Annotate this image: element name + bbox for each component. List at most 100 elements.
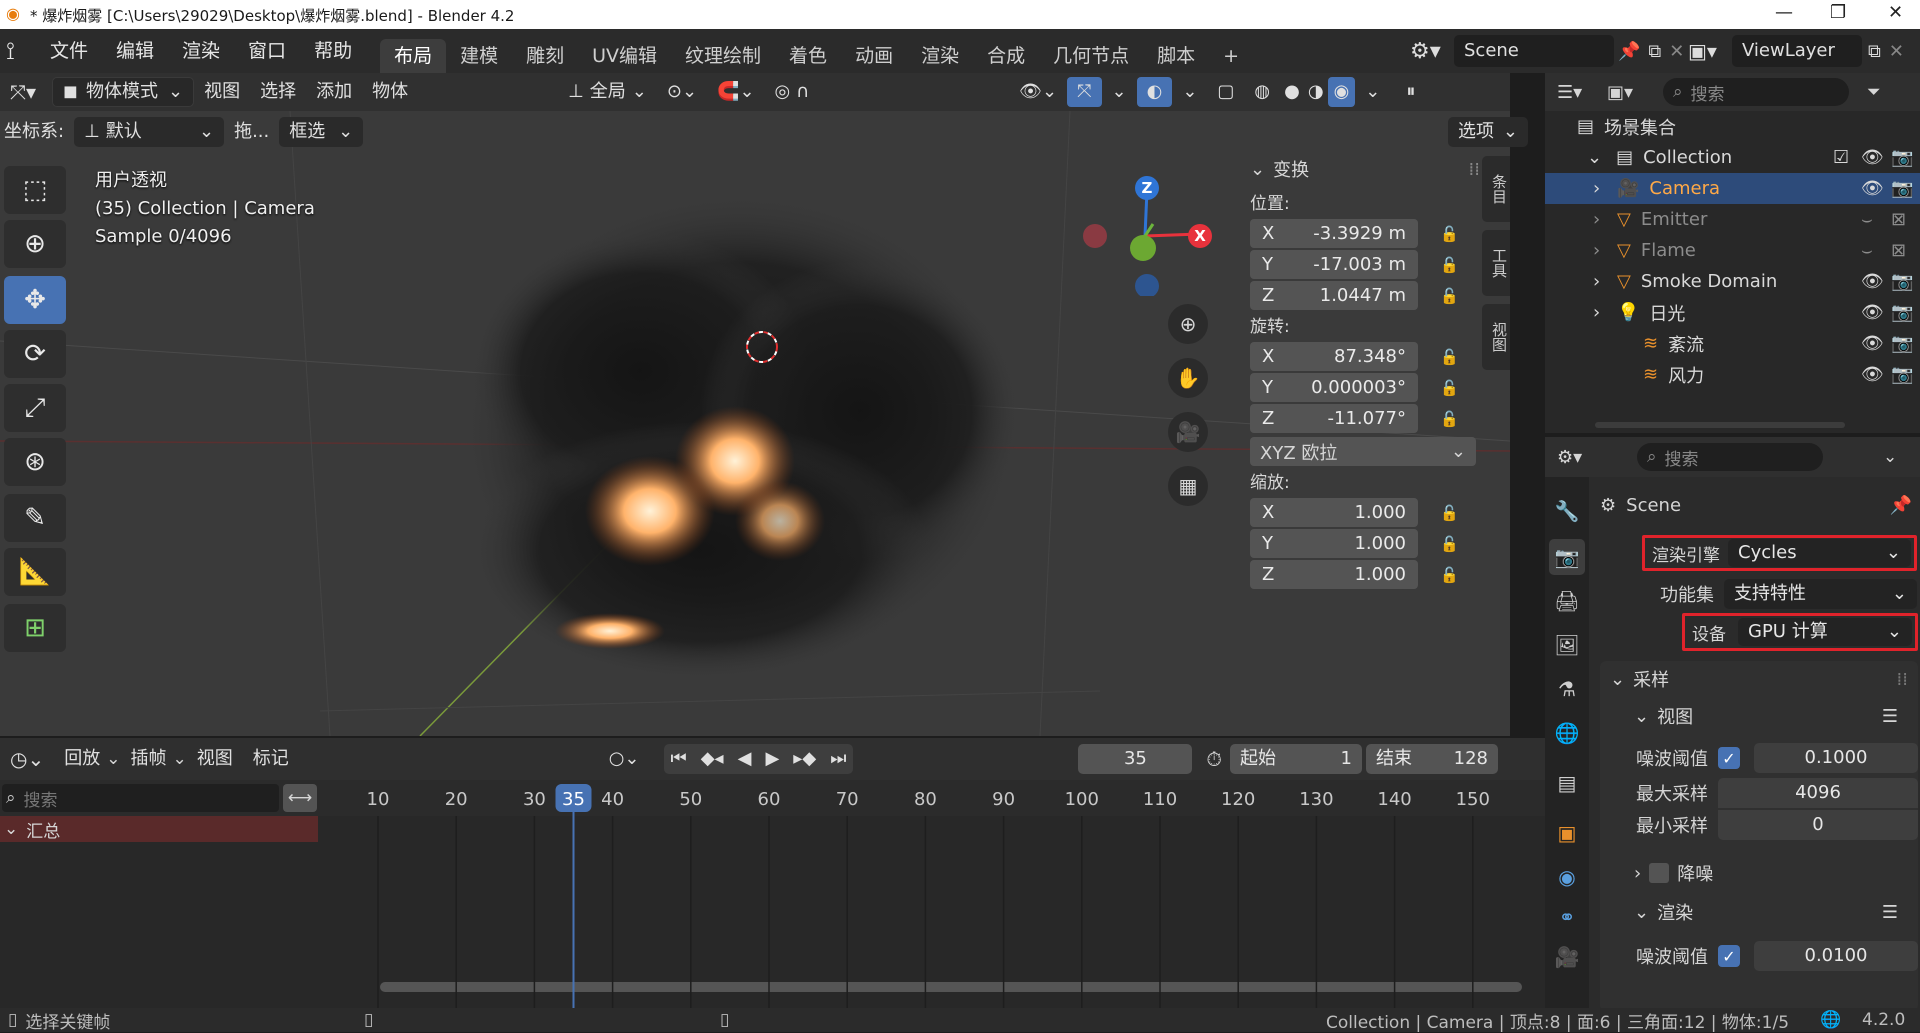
delete-viewlayer-icon[interactable]: ✕ xyxy=(1889,41,1904,62)
menu-select[interactable]: 选择 xyxy=(250,77,306,107)
camera-render-icon[interactable]: 📷 xyxy=(1891,178,1913,199)
gizmo-neg-x-axis[interactable] xyxy=(1083,224,1107,248)
tab-compositing[interactable]: 合成 xyxy=(973,39,1039,73)
jump-start-icon[interactable]: ⏮ xyxy=(664,744,694,774)
menu-object[interactable]: 物体 xyxy=(362,77,418,107)
noise-threshold-render-field[interactable]: 0.0100 xyxy=(1754,941,1918,971)
noise-threshold-checkbox[interactable]: ✓ xyxy=(1718,747,1740,769)
lock-icon[interactable]: 🔓 xyxy=(1440,504,1464,524)
camera-render-icon[interactable]: 📷 xyxy=(1891,333,1913,354)
noise-threshold-render-checkbox[interactable]: ✓ xyxy=(1718,945,1740,967)
pause-render-icon[interactable]: ⏸ xyxy=(1396,77,1425,107)
denoise-checkbox[interactable] xyxy=(1649,863,1670,883)
gizmo-toggle-icon[interactable]: ⤧ xyxy=(1067,77,1102,107)
feature-set-dropdown[interactable]: 支持特性 ⌄ xyxy=(1724,579,1917,609)
camera-render-icon[interactable]: 📷 xyxy=(1891,271,1913,292)
tab-modeling[interactable]: 建模 xyxy=(446,39,512,73)
outliner-item[interactable]: ≋ 风力 👁 📷 xyxy=(1545,359,1920,390)
lock-icon[interactable]: 🔓 xyxy=(1440,348,1464,368)
tab-scripting[interactable]: 脚本 xyxy=(1143,39,1209,73)
blender-menu-icon[interactable]: ⟟ xyxy=(6,37,36,65)
tab-geometry-nodes[interactable]: 几何节点 xyxy=(1039,39,1143,73)
location-field-x[interactable]: X -3.3929 m xyxy=(1250,219,1418,248)
camera-render-icon[interactable]: 📷 xyxy=(1891,364,1913,385)
add-cube-tool-icon[interactable]: ⊞ xyxy=(4,604,66,652)
new-scene-icon[interactable]: ⧉ xyxy=(1648,41,1661,62)
collection-row[interactable]: ⌄ ▤ Collection ☑ 👁 📷 xyxy=(1545,142,1920,173)
play-icon[interactable]: ▶ xyxy=(758,744,786,774)
gizmo-y-axis[interactable] xyxy=(1130,235,1156,261)
noise-threshold-view-field[interactable]: 0.1000 xyxy=(1754,743,1918,773)
transform-section-header[interactable]: ⌄ 变换 ⁞⁞ xyxy=(1250,151,1502,187)
menu-edit[interactable]: 编辑 xyxy=(102,35,168,67)
menu-view[interactable]: 视图 xyxy=(194,77,250,107)
lock-icon[interactable]: 🔓 xyxy=(1440,566,1464,586)
location-field-y[interactable]: Y -17.003 m xyxy=(1250,250,1418,279)
tab-rendering[interactable]: 渲染 xyxy=(907,39,973,73)
start-frame-field[interactable]: 起始 1 xyxy=(1230,744,1362,774)
world-tab-icon[interactable]: 🌐 xyxy=(1549,715,1585,751)
output-tab-icon[interactable]: 🖨 xyxy=(1549,583,1585,619)
move-tool-icon[interactable]: ✥ xyxy=(4,276,66,324)
menu-render[interactable]: 渲染 xyxy=(168,35,234,67)
render-engine-dropdown[interactable]: Cycles ⌄ xyxy=(1728,539,1911,567)
drag-handle-icon[interactable]: ⁞⁞ xyxy=(1897,669,1908,690)
material-shading-icon[interactable]: ◑ xyxy=(1304,77,1328,107)
editor-type-icon[interactable]: ☰▾ xyxy=(1557,82,1607,103)
editor-type-icon[interactable]: ⚙▾ xyxy=(1557,447,1637,468)
timer-icon[interactable]: ⏱ xyxy=(1206,747,1222,771)
camera-render-icon[interactable]: 📷 xyxy=(1891,147,1913,168)
eye-icon[interactable]: 👁 xyxy=(1861,364,1884,385)
lock-icon[interactable]: 🔓 xyxy=(1440,410,1464,430)
gizmo-neg-z-axis[interactable] xyxy=(1135,274,1159,296)
chevron-right-icon[interactable]: › xyxy=(1593,302,1617,323)
lock-icon[interactable]: 🔓 xyxy=(1440,379,1464,399)
scene-name-field[interactable]: Scene xyxy=(1454,35,1614,67)
tab-uv-editing[interactable]: UV编辑 xyxy=(578,39,671,73)
outliner-scrollbar[interactable] xyxy=(1595,422,1845,428)
outliner-item[interactable]: › 💡 日光 👁 📷 xyxy=(1545,297,1920,328)
viewlayer-name-field[interactable]: ViewLayer xyxy=(1732,35,1862,67)
outliner-item[interactable]: › 🎥 Camera 👁 📷 xyxy=(1545,173,1920,204)
next-keyframe-icon[interactable]: ▸◆ xyxy=(786,744,823,774)
outliner-item[interactable]: › ▽ Emitter ⌣ ⊠ xyxy=(1545,204,1920,235)
menu-window[interactable]: 窗口 xyxy=(234,35,300,67)
denoise-subpanel-header[interactable]: › 降噪 xyxy=(1600,853,1918,893)
eye-icon[interactable]: 👁 xyxy=(1861,333,1884,354)
shading-dropdown-icon[interactable]: ⌄ xyxy=(1355,77,1390,107)
menu-add[interactable]: 添加 xyxy=(306,77,362,107)
add-workspace-button[interactable]: + xyxy=(1209,39,1253,73)
prev-keyframe-icon[interactable]: ◆◂ xyxy=(694,744,731,774)
options-dropdown[interactable]: 选项 ⌄ xyxy=(1448,117,1528,147)
menu-marker[interactable]: 标记 xyxy=(243,744,299,774)
view-layer-tab-icon[interactable]: 🖼 xyxy=(1549,627,1585,663)
rotation-field-z[interactable]: Z -11.077° xyxy=(1250,404,1418,433)
tool-tab-icon[interactable]: 🔧 xyxy=(1549,493,1585,529)
pin-icon[interactable]: 📌 xyxy=(1618,41,1640,62)
tab-tool[interactable]: 工具 xyxy=(1482,230,1510,296)
constraints-tab-icon[interactable]: ⚭ xyxy=(1549,899,1585,935)
pan-hand-icon[interactable]: ✋ xyxy=(1168,358,1208,398)
outliner-item[interactable]: › ▽ Smoke Domain 👁 📷 xyxy=(1545,266,1920,297)
eye-icon[interactable]: 👁 xyxy=(1861,271,1884,292)
select-box-tool-icon[interactable]: ⬚ xyxy=(4,166,66,214)
chevron-right-icon[interactable]: › xyxy=(1593,209,1617,230)
scale-tool-icon[interactable]: ⤢ xyxy=(4,384,66,432)
gizmo-dropdown-icon[interactable]: ⌄ xyxy=(1102,77,1137,107)
minimize-button[interactable]: — xyxy=(1775,2,1793,23)
viewlayer-icon[interactable]: ▣▾ xyxy=(1688,39,1732,63)
camera-render-icon[interactable]: 📷 xyxy=(1891,302,1913,323)
menu-playback[interactable]: 回放 xyxy=(54,744,110,774)
scale-field-x[interactable]: X 1.000 xyxy=(1250,498,1418,527)
cursor-tool-icon[interactable]: ⊕ xyxy=(4,220,66,268)
new-viewlayer-icon[interactable]: ⧉ xyxy=(1868,41,1881,62)
tab-sculpting[interactable]: 雕刻 xyxy=(512,39,578,73)
chevron-down-icon[interactable]: ⌄ xyxy=(1587,147,1602,168)
delete-scene-icon[interactable]: ✕ xyxy=(1669,41,1684,62)
tab-view[interactable]: 视图 xyxy=(1482,304,1510,370)
auto-keying-icon[interactable]: ○⌄ xyxy=(599,744,650,774)
editor-type-icon[interactable]: ◷⌄ xyxy=(0,744,54,774)
end-frame-field[interactable]: 结束 128 xyxy=(1366,744,1498,774)
outliner-item[interactable]: ≋ 紊流 👁 📷 xyxy=(1545,328,1920,359)
scene-tab-icon[interactable]: ⚗ xyxy=(1549,671,1585,707)
